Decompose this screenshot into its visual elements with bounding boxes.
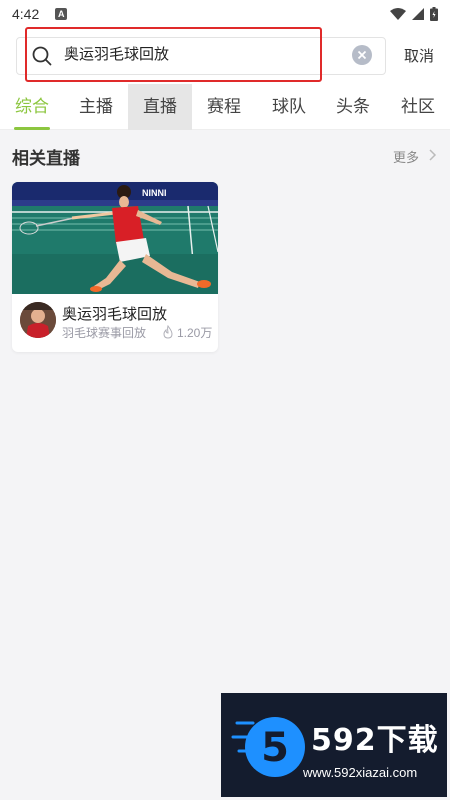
signal-icon: [412, 8, 424, 20]
status-icons: [390, 7, 438, 21]
streamer-avatar[interactable]: [20, 302, 56, 338]
tab-live[interactable]: 直播: [128, 84, 192, 130]
live-card[interactable]: NINNI 奥运羽毛球回放 羽毛球赛事回放 1.20万: [12, 182, 218, 352]
tab-label: 直播: [143, 97, 177, 117]
svg-text:NINNI: NINNI: [142, 188, 167, 198]
search-icon: [32, 46, 52, 66]
tab-schedule[interactable]: 赛程: [192, 84, 256, 130]
live-category: 羽毛球赛事回放: [62, 326, 147, 340]
search-input[interactable]: 奥运羽毛球回放: [64, 43, 169, 64]
chevron-right-icon[interactable]: [428, 147, 438, 163]
live-thumbnail: NINNI: [12, 182, 218, 294]
tab-label: 主播: [79, 97, 113, 117]
tab-teams[interactable]: 球队: [257, 84, 321, 130]
cancel-button[interactable]: 取消: [404, 45, 434, 66]
tab-headlines[interactable]: 头条: [321, 84, 385, 130]
active-tab-indicator: [14, 127, 50, 130]
watermark-logo: 5: [231, 717, 305, 777]
watermark-url: www.592xiazai.com: [303, 765, 418, 780]
tab-streamers[interactable]: 主播: [64, 84, 128, 130]
battery-icon: [430, 7, 438, 21]
watermark-brand: 592下载: [311, 723, 439, 758]
watermark-logo-digit: 5: [261, 725, 289, 771]
live-title: 奥运羽毛球回放: [62, 305, 168, 323]
flame-icon: [163, 325, 173, 339]
tab-community[interactable]: 社区: [386, 84, 450, 130]
site-watermark: 5 592下载 www.592xiazai.com: [221, 693, 447, 797]
viewer-count: 1.20万: [177, 326, 213, 340]
section-title: 相关直播: [12, 149, 80, 169]
tab-label: 球队: [272, 97, 306, 117]
wifi-icon: [390, 8, 406, 20]
tab-label: 赛程: [207, 97, 241, 117]
category-tabs: 综合 主播 直播 赛程 球队 头条 社区: [0, 84, 450, 130]
notification-badge: A: [55, 8, 68, 20]
tab-label: 综合: [15, 97, 49, 117]
status-time: 4:42: [12, 6, 40, 22]
tab-label: 社区: [401, 97, 435, 117]
tab-label: 头条: [336, 97, 370, 117]
clear-search-icon[interactable]: [352, 45, 372, 65]
status-bar: 4:42 A: [0, 0, 450, 28]
more-link[interactable]: 更多: [393, 147, 419, 166]
tab-comprehensive[interactable]: 综合: [0, 84, 64, 130]
